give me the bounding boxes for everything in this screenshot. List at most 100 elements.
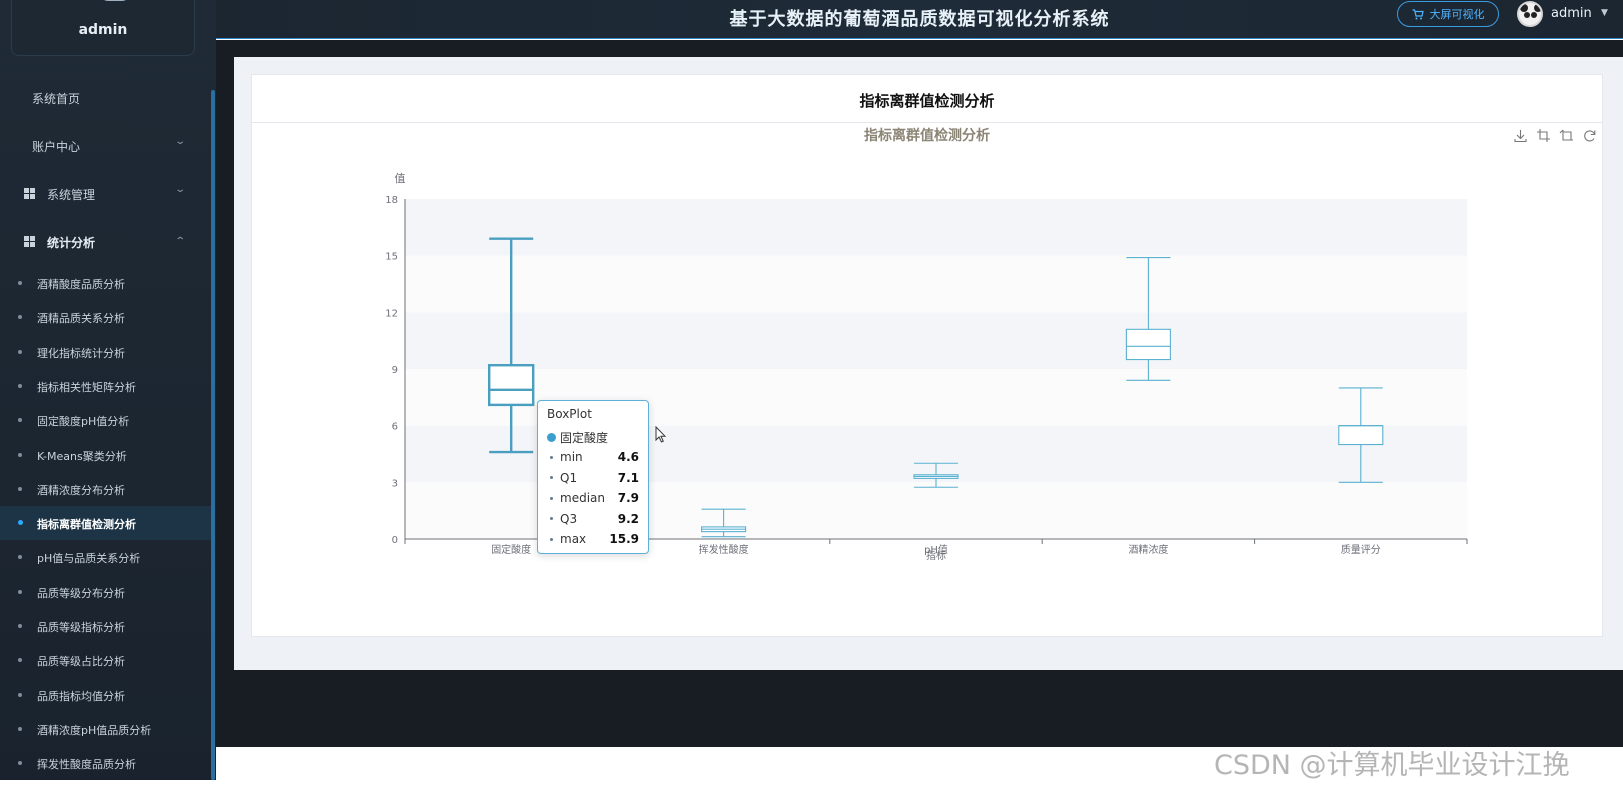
- sidebar-item-stats[interactable]: 统计分析: [47, 234, 95, 251]
- bullet-dot-icon: [18, 761, 22, 766]
- bullet-dot-icon: [18, 658, 22, 663]
- bullet-dot-icon: [18, 589, 22, 594]
- sidebar-subitem[interactable]: 指标离群值检测分析: [0, 506, 212, 541]
- sidebar-subitem[interactable]: K-Means聚类分析: [0, 438, 212, 472]
- sidebar-item-label: 系统管理: [47, 188, 96, 202]
- box-body: [1125, 328, 1171, 361]
- download-icon[interactable]: [1513, 128, 1528, 143]
- sidebar-subitem-label: 品质指标均值分析: [37, 689, 125, 703]
- tooltip-row: median 7.9: [547, 488, 639, 509]
- tooltip-key: Q1: [560, 470, 578, 485]
- panda-avatar-icon[interactable]: [1517, 1, 1543, 27]
- series-marker-icon: [547, 432, 556, 442]
- tooltip-key: min: [560, 450, 583, 465]
- bullet-dot-icon: [18, 281, 22, 285]
- sidebar-subitem-label: 品质等级指标分析: [37, 621, 125, 634]
- watermark: CSDN @计算机毕业设计江挽: [1214, 750, 1570, 781]
- sidebar-item-label: 系统首页: [32, 92, 81, 106]
- sidebar-subitem[interactable]: 固定酸度pH值分析: [0, 403, 212, 437]
- avatar[interactable]: [100, 0, 130, 1]
- sidebar-subitem[interactable]: 品质指标均值分析: [0, 678, 212, 712]
- bullet-dot-icon: [18, 383, 22, 388]
- bullet-dot-icon: [18, 692, 22, 697]
- bigscreen-button[interactable]: 大屏可视化: [1397, 1, 1499, 27]
- y-tick-label: 9: [392, 365, 398, 376]
- grid-icon: [24, 236, 35, 247]
- tooltip-series: 固定酸度: [547, 427, 639, 447]
- bullet-dot-icon: [18, 315, 22, 320]
- tooltip-row: max 15.9: [547, 529, 639, 550]
- y-tick-label: 15: [385, 252, 398, 263]
- sidebar-item-home[interactable]: 系统首页: [32, 90, 80, 107]
- tooltip-value: 7.9: [617, 491, 639, 506]
- tooltip-key: Q3: [560, 511, 578, 526]
- chevron-up-icon[interactable]: ⌃: [174, 236, 186, 247]
- tooltip-dot-icon: [550, 476, 553, 480]
- sidebar-item-label: 统计分析: [47, 236, 96, 250]
- bullet-dot-icon: [18, 726, 22, 731]
- sidebar: admin 系统首页 账户中心 ⌄ 系统管理 ⌄ 统计分析 ⌃ 酒精酸度品质分析…: [0, 0, 216, 780]
- tooltip-value: 4.6: [617, 450, 639, 465]
- sidebar-subitem[interactable]: 理化指标统计分析: [0, 335, 212, 369]
- tooltip-value: 9.2: [617, 511, 639, 526]
- mouse-cursor-icon: [655, 426, 667, 443]
- sidebar-subitem-label: 酒精浓度分布分析: [37, 483, 125, 497]
- y-tick-label: 6: [392, 422, 398, 433]
- chevron-down-icon[interactable]: ⌄: [174, 136, 186, 147]
- sidebar-subitem-label: 指标离群值检测分析: [37, 518, 136, 532]
- sidebar-subitem[interactable]: 酒精品质关系分析: [0, 300, 212, 334]
- caret-down-icon[interactable]: ▼: [1601, 8, 1608, 18]
- sidebar-subitem-label: pH值与品质关系分析: [37, 552, 141, 566]
- restore-icon[interactable]: [1582, 128, 1597, 143]
- sidebar-subitem[interactable]: pH值与品质关系分析: [0, 540, 212, 574]
- sidebar-subitem-label: 固定酸度pH值分析: [37, 415, 130, 429]
- sidebar-scrollbar[interactable]: [211, 90, 215, 780]
- sidebar-subitem[interactable]: 品质等级指标分析: [0, 609, 212, 643]
- tooltip-row: min 4.6: [547, 447, 639, 468]
- y-axis-title: 值: [395, 172, 406, 185]
- sidebar-subitem[interactable]: 品质等级分布分析: [0, 575, 212, 609]
- tooltip-dot-icon: [550, 455, 553, 459]
- grid-band: [405, 312, 1467, 369]
- sidebar-subitem[interactable]: 挥发性酸度品质分析: [0, 746, 212, 780]
- bullet-dot-icon: [18, 452, 22, 457]
- bullet-dot-icon: [18, 349, 22, 354]
- y-tick-label: 0: [392, 535, 398, 546]
- bullet-dot-icon: [18, 555, 22, 560]
- x-tick-label: 固定酸度: [491, 543, 531, 556]
- y-tick-label: 18: [385, 195, 398, 206]
- tooltip-row: Q3 9.2: [547, 509, 639, 530]
- box-body: [487, 364, 535, 407]
- bigscreen-label: 大屏可视化: [1429, 8, 1485, 21]
- sidebar-subitem[interactable]: 指标相关性矩阵分析: [0, 369, 212, 403]
- tooltip-key: median: [560, 491, 605, 506]
- sidebar-subitem-label: 酒精品质关系分析: [37, 312, 125, 326]
- sidebar-subitem[interactable]: 品质等级占比分析: [0, 643, 212, 677]
- header-username[interactable]: admin: [1551, 6, 1592, 21]
- tooltip-dot-icon: [550, 517, 553, 521]
- tooltip-dot-icon: [550, 537, 553, 541]
- sidebar-subitem-label: 挥发性酸度品质分析: [37, 758, 136, 772]
- tooltip-value: 7.1: [617, 470, 639, 485]
- chart-tooltip: BoxPlot 固定酸度 min 4.6 Q1 7.1 median 7.9 Q3 9.2 ma…: [537, 400, 649, 554]
- sidebar-subitem[interactable]: 酒精浓度pH值品质分析: [0, 712, 212, 746]
- y-tick-label: 12: [385, 308, 398, 319]
- sidebar-subitem[interactable]: 酒精酸度品质分析: [0, 266, 212, 300]
- zoom-reset-icon[interactable]: [1559, 128, 1574, 143]
- zoom-icon[interactable]: [1536, 128, 1551, 143]
- bullet-dot-icon: [18, 520, 23, 526]
- sidebar-subitem-label: 品质等级占比分析: [37, 655, 125, 669]
- chart-title: 指标离群值检测分析: [864, 127, 990, 144]
- sidebar-subitem-label: 酒精浓度pH值品质分析: [37, 723, 152, 737]
- grid-band: [405, 255, 1467, 313]
- sidebar-subitem[interactable]: 酒精浓度分布分析: [0, 472, 212, 506]
- tooltip-row: Q1 7.1: [547, 468, 639, 489]
- x-tick-label: 酒精浓度: [1128, 543, 1168, 556]
- sidebar-item-account[interactable]: 账户中心: [32, 138, 80, 155]
- sidebar-item-system[interactable]: 系统管理: [47, 186, 95, 203]
- chevron-down-icon[interactable]: ⌄: [174, 184, 186, 195]
- sidebar-user-name: admin: [78, 22, 128, 38]
- box-body: [1338, 425, 1384, 446]
- sidebar-subitem-label: 理化指标统计分析: [37, 346, 125, 360]
- bullet-dot-icon: [18, 624, 22, 628]
